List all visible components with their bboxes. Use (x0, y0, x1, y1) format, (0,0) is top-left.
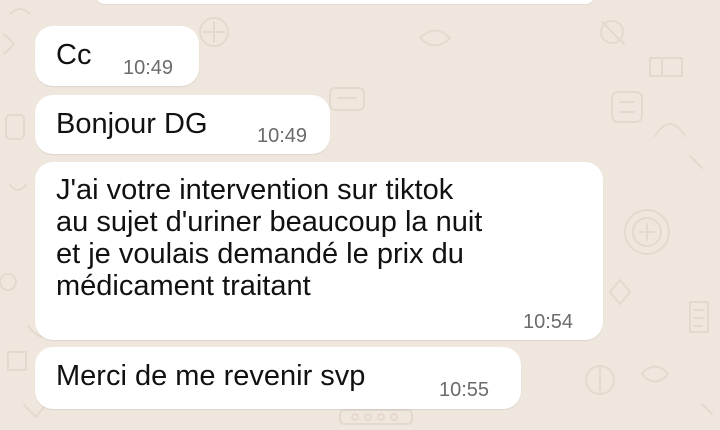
chat-thread: Cc 10:49 Bonjour DG 10:49 J'ai votre int… (0, 0, 720, 430)
message-text: Cc (56, 39, 92, 71)
incoming-message-bubble[interactable]: Cc 10:49 (35, 26, 199, 86)
message-timestamp: 10:49 (123, 57, 174, 79)
incoming-message-bubble[interactable]: Bonjour DG 10:49 (35, 95, 330, 154)
message-text: J'ai votre intervention sur tiktok au su… (56, 174, 483, 302)
incoming-message-bubble[interactable]: Merci de me revenir svp 10:55 (35, 347, 521, 409)
message-text: Merci de me revenir svp (56, 360, 366, 392)
message-timestamp: 10:49 (257, 125, 308, 147)
message-timestamp: 10:54 (523, 311, 574, 333)
message-timestamp: 10:55 (439, 379, 490, 401)
incoming-message-bubble[interactable]: J'ai votre intervention sur tiktok au su… (35, 162, 603, 340)
message-text: Bonjour DG (56, 108, 208, 140)
